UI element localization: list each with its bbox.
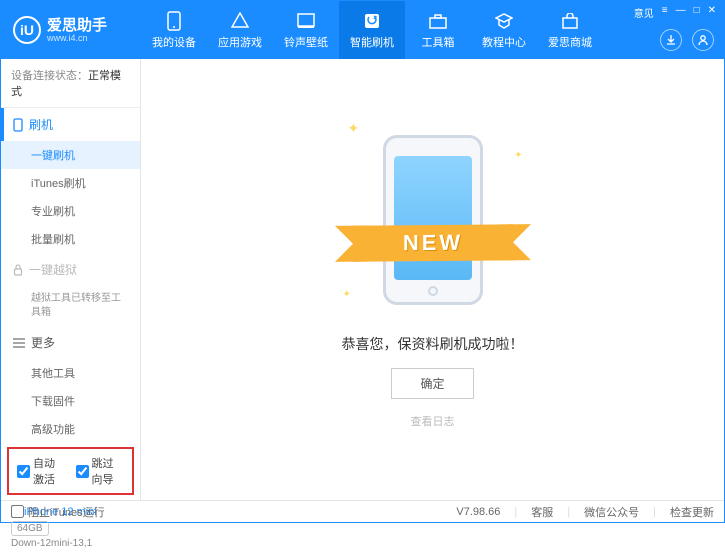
nav-label: 教程中心 — [482, 34, 526, 50]
nav-flash[interactable]: 智能刷机 — [339, 1, 405, 59]
new-ribbon: NEW — [353, 224, 513, 261]
separator: | — [567, 506, 570, 518]
main-nav: 我的设备 应用游戏 铃声壁纸 智能刷机 工具箱 教程中心 爱思商城 — [141, 1, 603, 59]
menu-lines-icon — [13, 338, 25, 348]
sidebar-section-more[interactable]: 更多 — [1, 326, 140, 359]
section-label: 一键越狱 — [29, 261, 77, 278]
apps-icon — [230, 11, 250, 31]
flash-icon — [362, 11, 382, 31]
section-label: 刷机 — [29, 116, 53, 133]
checkbox-auto-activate[interactable]: 自动激活 — [17, 455, 66, 487]
options-box: 自动激活 跳过向导 — [7, 447, 134, 495]
nav-label: 工具箱 — [422, 34, 455, 50]
sidebar-section-flash[interactable]: 刷机 — [1, 108, 140, 141]
menu-icon[interactable]: ≡ — [662, 5, 668, 20]
nav-label: 我的设备 — [152, 34, 196, 50]
sidebar-item-oneclick[interactable]: 一键刷机 — [1, 141, 140, 169]
wechat-link[interactable]: 微信公众号 — [584, 504, 639, 520]
storage-badge: 64GB — [11, 521, 49, 536]
header-actions — [660, 29, 714, 51]
nav-label: 智能刷机 — [350, 34, 394, 50]
feedback-link[interactable]: 意见 — [634, 5, 654, 20]
firmware-label: Down-12mini-13,1 — [11, 538, 130, 549]
section-label: 更多 — [31, 334, 55, 351]
main-content: ✦ ✦ ✦ NEW 恭喜您，保资料刷机成功啦！ 确定 查看日志 — [141, 59, 724, 500]
logo: iU 爱思助手 www.i4.cn — [1, 16, 141, 44]
support-link[interactable]: 客服 — [531, 504, 553, 520]
checkbox-label: 自动激活 — [33, 455, 66, 487]
maximize-icon[interactable]: □ — [694, 5, 700, 20]
ok-button[interactable]: 确定 — [391, 368, 473, 399]
phone-small-icon — [13, 118, 23, 132]
checkbox-label: 跳过向导 — [92, 455, 125, 487]
separator: | — [514, 506, 517, 518]
nav-my-device[interactable]: 我的设备 — [141, 1, 207, 59]
window-controls: 意见 ≡ — □ ✕ — [634, 5, 716, 20]
minimize-icon[interactable]: — — [676, 5, 686, 20]
sidebar-item-pro[interactable]: 专业刷机 — [1, 197, 140, 225]
tutorial-icon — [494, 11, 514, 31]
conn-label: 设备连接状态： — [11, 70, 88, 82]
store-icon — [560, 11, 580, 31]
sidebar-item-other[interactable]: 其他工具 — [1, 359, 140, 387]
nav-ringtones[interactable]: 铃声壁纸 — [273, 1, 339, 59]
nav-apps[interactable]: 应用游戏 — [207, 1, 273, 59]
sidebar-item-advanced[interactable]: 高级功能 — [1, 415, 140, 443]
app-name: 爱思助手 — [47, 18, 107, 33]
block-itunes-checkbox[interactable]: 阻止iTunes运行 — [11, 504, 105, 520]
nav-store[interactable]: 爱思商城 — [537, 1, 603, 59]
version-label: V7.98.66 — [456, 506, 500, 518]
nav-label: 铃声壁纸 — [284, 34, 328, 50]
view-log-link[interactable]: 查看日志 — [411, 413, 455, 429]
new-text: NEW — [402, 230, 462, 257]
sparkle-icon: ✦ — [514, 150, 522, 161]
checkbox-label: 阻止iTunes运行 — [28, 504, 105, 520]
nav-tutorials[interactable]: 教程中心 — [471, 1, 537, 59]
connection-status: 设备连接状态：正常模式 — [1, 59, 140, 108]
download-icon[interactable] — [660, 29, 682, 51]
wallpaper-icon — [296, 11, 316, 31]
logo-icon: iU — [13, 16, 41, 44]
nav-label: 爱思商城 — [548, 34, 592, 50]
sidebar-item-download[interactable]: 下载固件 — [1, 387, 140, 415]
sparkle-icon: ✦ — [348, 120, 360, 137]
phone-icon — [164, 11, 184, 31]
update-link[interactable]: 检查更新 — [670, 504, 714, 520]
phone-illustration: ✦ ✦ ✦ NEW — [373, 130, 493, 310]
jailbreak-note: 越狱工具已转移至工具箱 — [1, 286, 140, 326]
sidebar-item-batch[interactable]: 批量刷机 — [1, 225, 140, 253]
nav-toolbox[interactable]: 工具箱 — [405, 1, 471, 59]
app-header: iU 爱思助手 www.i4.cn 我的设备 应用游戏 铃声壁纸 智能刷机 工具… — [1, 1, 724, 59]
toolbox-icon — [428, 11, 448, 31]
lock-icon — [13, 264, 23, 276]
nav-label: 应用游戏 — [218, 34, 262, 50]
checkbox-skip-guide[interactable]: 跳过向导 — [76, 455, 125, 487]
sidebar: 设备连接状态：正常模式 刷机 一键刷机 iTunes刷机 专业刷机 批量刷机 一… — [1, 59, 141, 500]
sparkle-icon: ✦ — [343, 289, 351, 300]
sidebar-section-jailbreak: 一键越狱 — [1, 253, 140, 286]
success-message: 恭喜您，保资料刷机成功啦！ — [342, 334, 524, 354]
user-icon[interactable] — [692, 29, 714, 51]
app-url: www.i4.cn — [47, 33, 107, 43]
close-icon[interactable]: ✕ — [708, 5, 716, 20]
separator: | — [653, 506, 656, 518]
sidebar-item-itunes[interactable]: iTunes刷机 — [1, 169, 140, 197]
